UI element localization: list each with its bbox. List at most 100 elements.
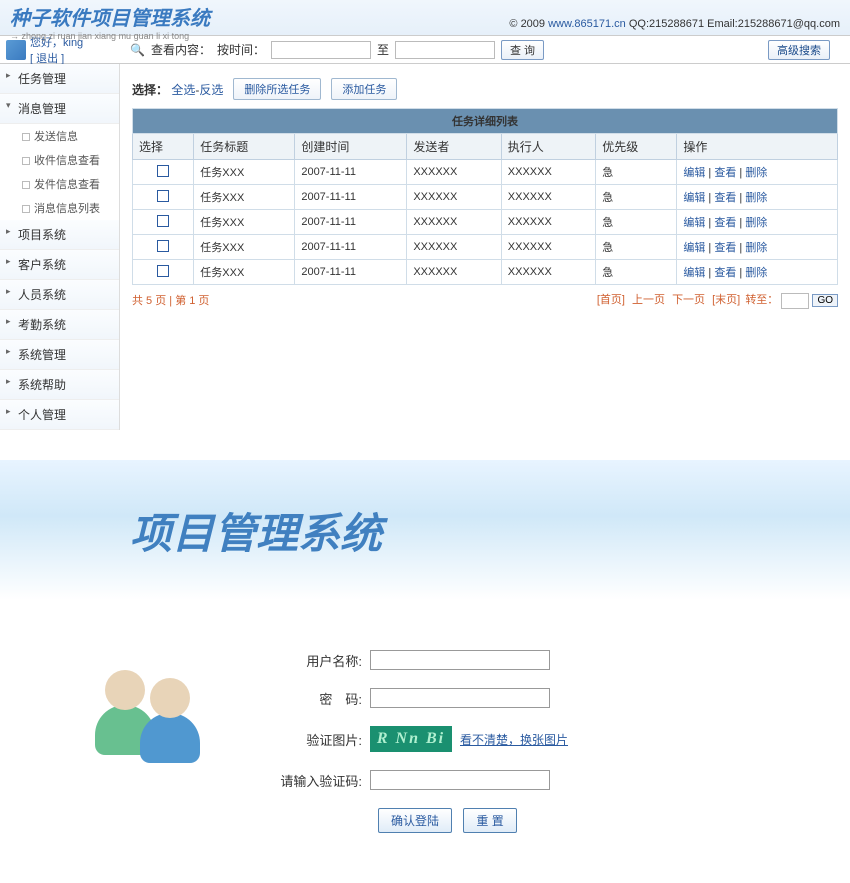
table-row: 任务XXX2007-11-11XXXXXXXXXXXX急编辑 | 查看 | 删除 bbox=[133, 160, 838, 185]
table-cell bbox=[133, 185, 194, 210]
add-task-button[interactable]: 添加任务 bbox=[331, 78, 397, 100]
logout-link[interactable]: [ 退出 ] bbox=[30, 53, 64, 65]
sidebar-subitem[interactable]: 消息信息列表 bbox=[22, 196, 119, 220]
delete-link[interactable]: 删除 bbox=[745, 192, 767, 204]
table-cell: 编辑 | 查看 | 删除 bbox=[677, 235, 838, 260]
pager-go-button[interactable]: GO bbox=[812, 294, 838, 307]
table-cell: 急 bbox=[596, 210, 677, 235]
sidebar-subitem[interactable]: 发件信息查看 bbox=[22, 172, 119, 196]
to-label: 至 bbox=[377, 41, 389, 58]
captcha-label: 验证图片: bbox=[280, 730, 370, 749]
pager-info: 共 5 页 | 第 1 页 bbox=[132, 292, 209, 308]
pager-first[interactable]: [首页] bbox=[597, 294, 625, 306]
login-body: 用户名称: 密 码: 验证图片: R Nn Bi 看不清楚，换张图片 请输入验证… bbox=[0, 600, 850, 883]
sidebar-item[interactable]: 任务管理 bbox=[0, 64, 119, 94]
delete-link[interactable]: 删除 bbox=[745, 267, 767, 279]
site-link[interactable]: www.865171.cn bbox=[548, 18, 626, 30]
login-icon bbox=[60, 650, 240, 833]
table-cell: 2007-11-11 bbox=[295, 260, 407, 285]
pager-goto-label: 转至： bbox=[745, 294, 778, 306]
row-checkbox[interactable] bbox=[157, 240, 169, 252]
login-banner: 项目管理系统 bbox=[0, 460, 850, 600]
edit-link[interactable]: 编辑 bbox=[683, 167, 705, 179]
search-from-input[interactable] bbox=[271, 41, 371, 59]
row-checkbox[interactable] bbox=[157, 165, 169, 177]
view-link[interactable]: 查看 bbox=[714, 192, 736, 204]
edit-link[interactable]: 编辑 bbox=[683, 242, 705, 254]
main: 任务管理消息管理发送信息收件信息查看发件信息查看消息信息列表项目系统客户系统人员… bbox=[0, 64, 850, 430]
view-link[interactable]: 查看 bbox=[714, 267, 736, 279]
edit-link[interactable]: 编辑 bbox=[683, 192, 705, 204]
table-cell: XXXXXX bbox=[407, 160, 501, 185]
pager-next[interactable]: 下一页 bbox=[672, 294, 705, 306]
row-checkbox[interactable] bbox=[157, 265, 169, 277]
select-invert-link[interactable]: 反选 bbox=[199, 83, 223, 97]
sidebar-subitem[interactable]: 发送信息 bbox=[22, 124, 119, 148]
sidebar-item[interactable]: 人员系统 bbox=[0, 280, 119, 310]
table-cell: XXXXXX bbox=[407, 260, 501, 285]
select-all-link[interactable]: 全选 bbox=[171, 83, 195, 97]
edit-link[interactable]: 编辑 bbox=[683, 217, 705, 229]
edit-link[interactable]: 编辑 bbox=[683, 267, 705, 279]
search-to-input[interactable] bbox=[395, 41, 495, 59]
table-cell: 任务XXX bbox=[194, 185, 295, 210]
sidebar-item[interactable]: 消息管理 bbox=[0, 94, 119, 124]
delete-link[interactable]: 删除 bbox=[745, 242, 767, 254]
advanced-search-button[interactable]: 高级搜索 bbox=[768, 40, 830, 60]
table-header: 优先级 bbox=[596, 134, 677, 160]
row-checkbox[interactable] bbox=[157, 190, 169, 202]
sidebar-item[interactable]: 考勤系统 bbox=[0, 310, 119, 340]
sidebar-subitem[interactable]: 收件信息查看 bbox=[22, 148, 119, 172]
table-row: 任务XXX2007-11-11XXXXXXXXXXXX急编辑 | 查看 | 删除 bbox=[133, 260, 838, 285]
table-cell: 2007-11-11 bbox=[295, 210, 407, 235]
login-reset-button[interactable]: 重 置 bbox=[463, 808, 516, 833]
table-cell: 2007-11-11 bbox=[295, 185, 407, 210]
table-cell: 2007-11-11 bbox=[295, 160, 407, 185]
table-header: 选择 bbox=[133, 134, 194, 160]
sidebar-item[interactable]: 系统管理 bbox=[0, 340, 119, 370]
copyright: © 2009 bbox=[509, 18, 548, 30]
qq-text: QQ:215288671 bbox=[629, 18, 707, 30]
verify-input[interactable] bbox=[370, 770, 550, 790]
table-cell bbox=[133, 160, 194, 185]
table-cell: 任务XXX bbox=[194, 210, 295, 235]
sidebar-item[interactable]: 项目系统 bbox=[0, 220, 119, 250]
app-header: 种子软件项目管理系统 → zhong zi ruan jian xiang mu… bbox=[0, 0, 850, 36]
pager-last[interactable]: [末页] bbox=[712, 294, 740, 306]
delete-selected-button[interactable]: 删除所选任务 bbox=[233, 78, 321, 100]
username-input[interactable] bbox=[370, 650, 550, 670]
table-cell: XXXXXX bbox=[407, 185, 501, 210]
table-cell: 急 bbox=[596, 235, 677, 260]
table-cell bbox=[133, 235, 194, 260]
pager-goto-input[interactable] bbox=[781, 293, 809, 309]
table-header: 发送者 bbox=[407, 134, 501, 160]
login-submit-button[interactable]: 确认登陆 bbox=[378, 808, 452, 833]
table-cell: 编辑 | 查看 | 删除 bbox=[677, 210, 838, 235]
sidebar-item[interactable]: 个人管理 bbox=[0, 400, 119, 430]
login-form: 用户名称: 密 码: 验证图片: R Nn Bi 看不清楚，换张图片 请输入验证… bbox=[280, 650, 790, 833]
table-cell: 任务XXX bbox=[194, 235, 295, 260]
table-row: 任务XXX2007-11-11XXXXXXXXXXXX急编辑 | 查看 | 删除 bbox=[133, 185, 838, 210]
captcha-refresh-link[interactable]: 看不清楚，换张图片 bbox=[460, 731, 568, 748]
table-cell: 急 bbox=[596, 160, 677, 185]
header-meta: © 2009 www.865171.cn QQ:215288671 Email:… bbox=[509, 18, 840, 30]
sidebar-item[interactable]: 客户系统 bbox=[0, 250, 119, 280]
pager-prev[interactable]: 上一页 bbox=[632, 294, 665, 306]
table-header: 创建时间 bbox=[295, 134, 407, 160]
delete-link[interactable]: 删除 bbox=[745, 167, 767, 179]
search-content-label: 查看内容： bbox=[151, 41, 211, 58]
sidebar-item[interactable]: 系统帮助 bbox=[0, 370, 119, 400]
sidebar: 任务管理消息管理发送信息收件信息查看发件信息查看消息信息列表项目系统客户系统人员… bbox=[0, 64, 120, 430]
table-cell: 任务XXX bbox=[194, 260, 295, 285]
password-input[interactable] bbox=[370, 688, 550, 708]
row-checkbox[interactable] bbox=[157, 215, 169, 227]
view-link[interactable]: 查看 bbox=[714, 242, 736, 254]
table-cell: XXXXXX bbox=[501, 260, 595, 285]
view-link[interactable]: 查看 bbox=[714, 217, 736, 229]
table-cell: 任务XXX bbox=[194, 160, 295, 185]
view-link[interactable]: 查看 bbox=[714, 167, 736, 179]
search-time-label: 按时间： bbox=[217, 41, 265, 58]
delete-link[interactable]: 删除 bbox=[745, 217, 767, 229]
search-button[interactable]: 查 询 bbox=[501, 40, 544, 60]
captcha-image: R Nn Bi bbox=[370, 726, 452, 752]
